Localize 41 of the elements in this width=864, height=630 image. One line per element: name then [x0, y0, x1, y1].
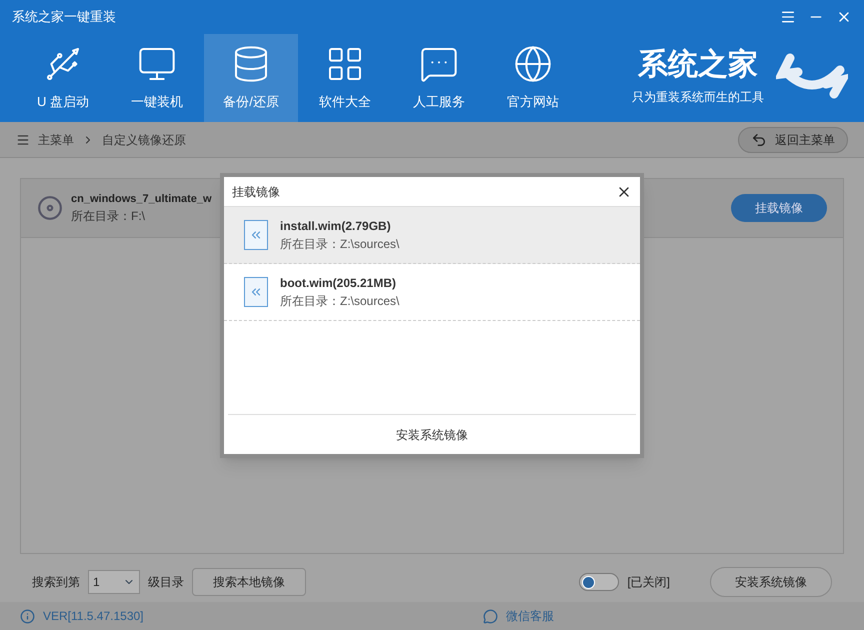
mount-button[interactable]: 挂载镜像 [731, 194, 827, 222]
install-button[interactable]: 安装系统镜像 [710, 567, 832, 597]
toggle-status: [已关闭] [627, 574, 670, 591]
file-directory: 所在目录：Z:\sources\ [280, 293, 400, 310]
back-button[interactable]: 返回主菜单 [738, 126, 848, 152]
file-name: install.wim(2.79GB) [280, 218, 392, 235]
menu-icon [16, 132, 30, 146]
menu-icon[interactable] [780, 9, 796, 25]
window-title: 系统之家一键重装 [12, 8, 116, 26]
dialog-title: 挂载镜像 [232, 184, 280, 200]
file-name: cn_windows_7_ultimate_w [71, 192, 212, 207]
breadcrumb-item[interactable]: 主菜单 [38, 130, 74, 148]
search-depth-label: 搜索到第 [32, 574, 80, 591]
chat-icon[interactable] [483, 608, 498, 624]
image-list-item[interactable]: install.wim(2.79GB) 所在目录：Z:\sources\ [224, 207, 640, 264]
mode-toggle[interactable] [579, 573, 620, 591]
nav-tab[interactable]: U 盘启动 [16, 34, 110, 122]
brand-slogan: 只为重装系统而生的工具 [632, 89, 764, 106]
file-directory: 所在目录：Z:\sources\ [280, 236, 400, 253]
file-icon [244, 220, 268, 250]
nav-tab[interactable]: 备份/还原 [204, 34, 298, 122]
depth-dropdown[interactable]: 1 [88, 570, 140, 594]
support-link[interactable]: 微信客服 [506, 607, 554, 625]
nav-tab[interactable]: 人工服务 [392, 34, 486, 122]
nav-tab[interactable]: 官方网站 [486, 34, 580, 122]
install-image-button[interactable]: 安装系统镜像 [388, 426, 476, 444]
nav-tab[interactable]: 软件大全 [298, 34, 392, 122]
breadcrumb-item: 自定义镜像还原 [102, 132, 186, 148]
brand-name: 系统之家 [638, 50, 758, 80]
search-local-button[interactable]: 搜索本地镜像 [192, 568, 306, 596]
back-arrow-icon [751, 132, 767, 148]
info-icon [20, 608, 35, 624]
file-name: boot.wim(205.21MB) [280, 275, 398, 292]
version-text: VER[11.5.47.1530] [43, 608, 144, 625]
depth-suffix-label: 级目录 [148, 574, 184, 591]
nav-tab[interactable]: 一键装机 [110, 34, 204, 122]
file-directory: 所在目录：F:\ [71, 208, 146, 226]
disc-file-icon [37, 195, 63, 221]
file-icon [244, 277, 268, 307]
globe-icon [513, 44, 553, 84]
image-list-item[interactable]: boot.wim(205.21MB) 所在目录：Z:\sources\ [224, 264, 640, 321]
